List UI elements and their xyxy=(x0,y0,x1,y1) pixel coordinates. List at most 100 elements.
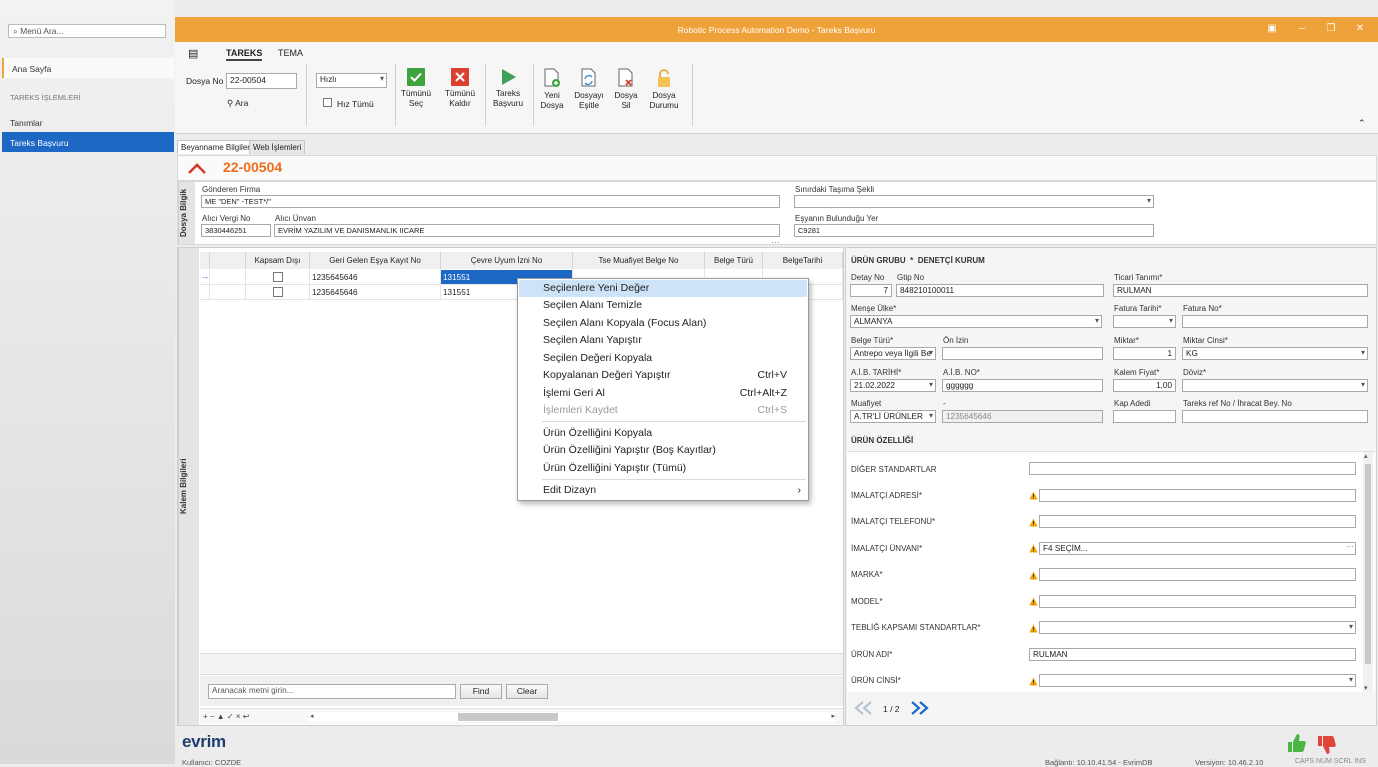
belge-turu-select[interactable]: Antrepo veya İlgili Be xyxy=(850,347,936,360)
col-belge-turu[interactable]: Belge Türü xyxy=(705,252,763,269)
dosya-durumu-button[interactable]: Dosya Durumu xyxy=(641,68,687,110)
scroll-down-icon[interactable]: ▾ xyxy=(1364,684,1368,692)
menu-item-secilen-degeri-kopyala[interactable]: Seçilen Değeri Kopyala xyxy=(519,350,807,367)
mense-ulke-select[interactable]: ALMANYA xyxy=(850,315,1102,328)
miktar-cinsi-select[interactable]: KG xyxy=(1182,347,1368,360)
esyanin-bulundugu-input[interactable]: C9281 xyxy=(794,224,1154,237)
kalem-fiyat-input[interactable]: 1,00 xyxy=(1113,379,1176,392)
collapse-ribbon-icon[interactable]: ⌃ xyxy=(1358,118,1366,129)
hiz-tumu-checkbox[interactable] xyxy=(323,98,332,107)
find-input[interactable]: Aranacak metni girin... xyxy=(208,684,456,699)
close-button[interactable]: ✕ xyxy=(1353,23,1367,35)
tab-tareks[interactable]: TAREKS xyxy=(226,48,263,61)
kalem-side-label: Kalem Bilgileri xyxy=(178,248,199,725)
muafiyet-select[interactable]: A.TR'Lİ ÜRÜNLER xyxy=(850,410,936,423)
kapsam-disi-checkbox[interactable] xyxy=(273,287,283,297)
menu-item-kopyalanan-degeri-yapistir[interactable]: Kopyalanan Değeri Yapıştır Ctrl+V xyxy=(519,367,807,384)
menu-item-urun-ozelligini-kopyala[interactable]: Ürün Özelliğini Kopyala xyxy=(519,425,807,442)
find-button[interactable]: Find xyxy=(460,684,502,699)
menu-item-secilenlere-yeni-deger[interactable]: Seçilenlere Yeni Değer xyxy=(519,280,807,297)
warning-icon xyxy=(1029,544,1038,553)
col-kapsam-disi[interactable]: Kapsam Dışı xyxy=(246,252,310,269)
tab-web-islemleri[interactable]: Web İşlemleri xyxy=(249,140,306,154)
horizontal-scrollbar[interactable]: ◂ ▸ xyxy=(310,712,835,722)
thumbs-down-icon[interactable] xyxy=(1315,734,1337,756)
tumunu-kaldir-button[interactable]: Tümünü Kaldır xyxy=(437,68,483,108)
hiz-tumu-label: Hız Tümü xyxy=(337,99,374,109)
muafiyet-no-input[interactable]: 1235645646 xyxy=(942,410,1103,423)
sidebar-item-tanimlar[interactable]: Tanımlar xyxy=(2,112,174,132)
tareks-ref-input[interactable] xyxy=(1182,410,1368,423)
ellipsis-icon[interactable]: ··· xyxy=(1346,542,1354,551)
splitter-dots-icon[interactable]: ··· xyxy=(771,237,780,247)
scrollbar-thumb[interactable] xyxy=(458,713,558,721)
ozellik-input[interactable]: RULMAN xyxy=(1029,648,1356,661)
kap-adedi-input[interactable] xyxy=(1113,410,1176,423)
dosya-no-input[interactable]: 22-00504 xyxy=(226,73,297,89)
gonderen-firma-input[interactable]: ME "DEN" -TEST*/" xyxy=(201,195,780,208)
ozellik-input[interactable] xyxy=(1039,515,1356,528)
tab-beyanname-bilgileri[interactable]: Beyanname Bilgileri xyxy=(177,140,256,154)
ozellik-input[interactable]: F4 SEÇİM... xyxy=(1039,542,1356,555)
sidebar-item-home[interactable]: Ana Sayfa xyxy=(2,58,174,78)
fatura-no-input[interactable] xyxy=(1182,315,1368,328)
scroll-up-icon[interactable]: ▴ xyxy=(1364,452,1368,460)
thumbs-up-icon[interactable] xyxy=(1285,732,1307,754)
restore-button[interactable]: ❐ xyxy=(1324,23,1338,35)
ribbon-menu-icon[interactable]: ▤ xyxy=(188,47,198,60)
tumunu-sec-button[interactable]: Tümünü Seç xyxy=(393,68,439,108)
gtip-no-input[interactable]: 848210100011 xyxy=(896,284,1104,297)
ozellik-select[interactable] xyxy=(1039,621,1356,634)
col-cevre-uyum[interactable]: Çevre Uyum İzni No xyxy=(441,252,573,269)
tareks-basvuru-button[interactable]: Tareks Başvuru xyxy=(485,68,531,108)
kapsam-disi-checkbox[interactable] xyxy=(273,272,283,282)
ozellik-select[interactable] xyxy=(1039,674,1356,687)
on-izin-input[interactable] xyxy=(942,347,1103,360)
menu-item-islemi-geri-al[interactable]: İşlemi Geri Al Ctrl+Alt+Z xyxy=(519,385,807,402)
menu-item-edit-dizayn[interactable]: Edit Dizayn › xyxy=(519,482,807,499)
menu-item-secilen-alani-yapistir[interactable]: Seçilen Alanı Yapıştır xyxy=(519,332,807,349)
minimize-button[interactable]: – xyxy=(1295,23,1309,35)
warning-icon xyxy=(1029,624,1038,633)
miktar-input[interactable]: 1 xyxy=(1113,347,1176,360)
scroll-left-icon[interactable]: ◂ xyxy=(310,712,314,720)
hiz-select[interactable]: Hızlı xyxy=(316,73,387,88)
menu-item-urun-ozelligini-yapistir-tumu[interactable]: Ürün Özelliğini Yapıştır (Tümü) xyxy=(519,460,807,477)
col-tse-muafiyet[interactable]: Tse Muafiyet Belge No xyxy=(573,252,705,269)
clear-button[interactable]: Clear xyxy=(506,684,548,699)
navigator-icons[interactable]: + − ▲ ✓ × ↩ xyxy=(203,712,249,721)
alici-vergi-input[interactable]: 3830446251 xyxy=(201,224,271,237)
col-geri-gelen[interactable]: Geri Gelen Eşya Kayıt No xyxy=(310,252,441,269)
fatura-tarihi-select[interactable] xyxy=(1113,315,1176,328)
ara-button[interactable]: ⚲ Ara xyxy=(227,98,248,109)
sinirdaki-tasima-select[interactable] xyxy=(794,195,1154,208)
ozellik-input[interactable] xyxy=(1039,595,1356,608)
menu-search-input[interactable]: ⌕ Menü Ara... xyxy=(8,24,166,38)
collapse-up-icon[interactable] xyxy=(187,162,207,175)
layout-icon[interactable]: ▣ xyxy=(1265,23,1279,35)
menu-item-urun-ozelligini-yapistir-bos[interactable]: Ürün Özelliğini Yapıştır (Boş Kayıtlar) xyxy=(519,442,807,459)
scrollbar-thumb[interactable] xyxy=(1365,464,1371,664)
menu-item-secilen-alani-temizle[interactable]: Seçilen Alanı Temizle xyxy=(519,297,807,314)
vertical-scrollbar[interactable]: ▴ ▾ xyxy=(1363,452,1373,692)
sidebar-item-tareks-basvuru[interactable]: Tareks Başvuru xyxy=(2,132,174,152)
doviz-select[interactable] xyxy=(1182,379,1368,392)
scroll-right-icon[interactable]: ▸ xyxy=(831,712,835,720)
geri-gelen-cell[interactable]: 1235645646 xyxy=(310,285,441,300)
aib-tarihi-select[interactable]: 21.02.2022 xyxy=(850,379,936,392)
ticari-tanimi-input[interactable]: RULMAN xyxy=(1113,284,1368,297)
aib-no-input[interactable]: gggggg xyxy=(942,379,1103,392)
gtip-no-label: Gtip No xyxy=(897,273,925,282)
ozellik-input[interactable] xyxy=(1029,462,1356,475)
ozellik-input[interactable] xyxy=(1039,489,1356,502)
menu-item-secilen-alani-kopyala[interactable]: Seçilen Alanı Kopyala (Focus Alan) xyxy=(519,315,807,332)
geri-gelen-cell[interactable]: 1235645646 xyxy=(310,270,441,285)
detay-no-input[interactable]: 7 xyxy=(850,284,892,297)
alici-unvan-input[interactable]: EVRİM YAZILIM VE DANISMANLIK IICARE xyxy=(274,224,780,237)
tab-tema[interactable]: TEMA xyxy=(278,48,303,58)
previous-page-icon[interactable] xyxy=(853,701,873,715)
menu-item-islemleri-kaydet[interactable]: İşlemleri Kaydet Ctrl+S xyxy=(519,402,807,419)
col-belge-tarihi[interactable]: BelgeTarihi xyxy=(763,252,843,269)
next-page-icon[interactable] xyxy=(910,701,930,715)
ozellik-input[interactable] xyxy=(1039,568,1356,581)
